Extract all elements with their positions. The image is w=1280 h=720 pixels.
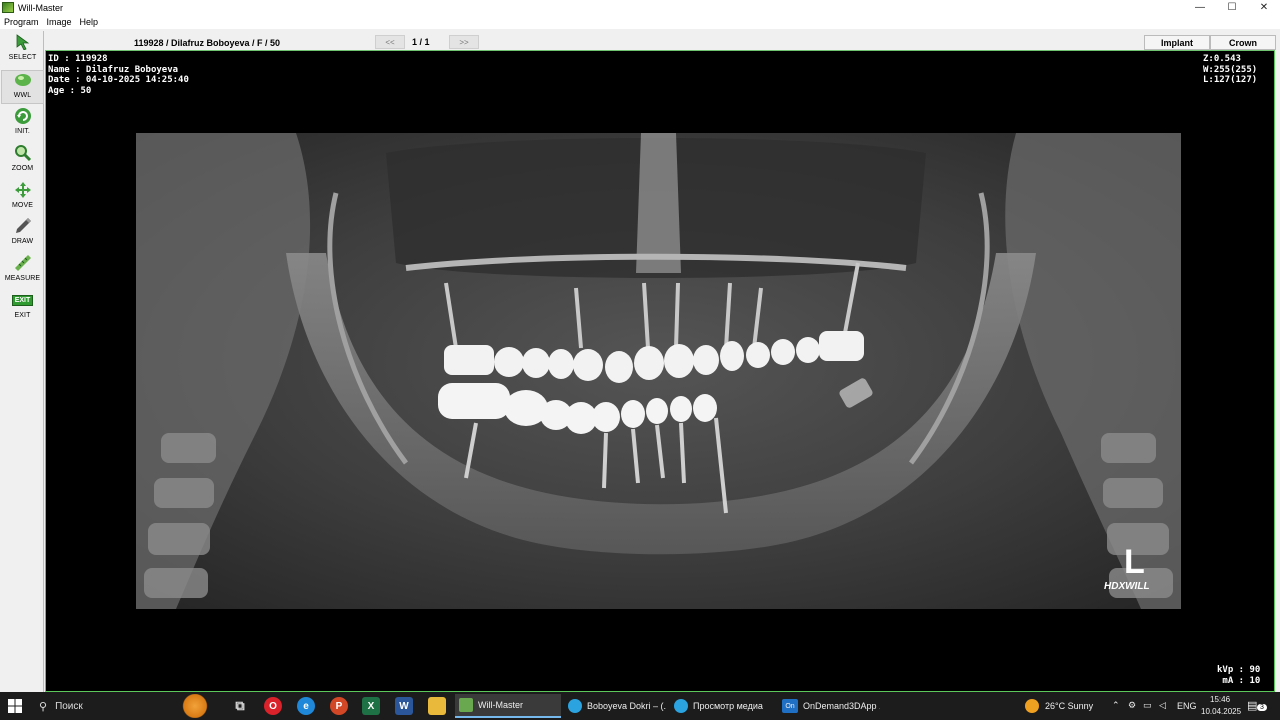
tool-label: EXIT [14, 312, 31, 319]
search-placeholder: Поиск [55, 700, 83, 712]
search-icon: ⚲ [39, 700, 48, 713]
language-indicator[interactable]: ENG [1177, 701, 1197, 711]
tool-label: SELECT [8, 54, 37, 61]
contrast-sphere-icon [13, 71, 33, 89]
taskbar-app-label: OnDemand3DApp ... [803, 701, 880, 711]
weather-text[interactable]: 26°C Sunny [1045, 701, 1093, 711]
taskbar-app-label: Will-Master [478, 700, 523, 710]
tool-label: MEASURE [4, 275, 41, 282]
exit-icon: EXIT [11, 291, 34, 309]
tool-label: INIT. [15, 128, 30, 135]
menu-bar: Program Image Help [0, 15, 1280, 29]
page-indicator: 1 / 1 [412, 37, 430, 47]
tray-app-icon[interactable]: ⚙ [1128, 700, 1136, 711]
cursor-arrow-icon [13, 33, 33, 51]
tool-sidebar: SELECT WWL INIT. ZOOM MOVE DRAW MEASURE … [1, 31, 44, 692]
pencil-icon [13, 217, 33, 235]
exposure-overlay: kVp : 90 mA : 10 [1217, 665, 1261, 686]
notification-icon[interactable]: ▤ [1247, 699, 1257, 712]
clock-time[interactable]: 15:46 [1210, 695, 1230, 704]
maximize-button[interactable]: ☐ [1216, 0, 1248, 15]
title-bar: Will-Master — ☐ ✕ [0, 0, 1280, 15]
close-button[interactable]: ✕ [1248, 0, 1280, 15]
file-explorer-icon[interactable] [428, 697, 446, 715]
task-view-icon[interactable]: ⧉ [231, 697, 249, 715]
patient-title: 119928 / Dilafruz Boboyeva / F / 50 [134, 38, 281, 48]
will-master-app-icon [459, 698, 473, 712]
excel-icon[interactable]: X [362, 697, 380, 715]
tool-label: MOVE [11, 202, 33, 209]
clock-date[interactable]: 10.04.2025 [1201, 707, 1241, 716]
zoom-tool-button[interactable]: ZOOM [1, 144, 44, 178]
draw-tool-button[interactable]: DRAW [1, 217, 44, 251]
tray-overflow-chevron-icon[interactable]: ⌃ [1112, 700, 1120, 711]
powerpoint-icon[interactable]: P [330, 697, 348, 715]
notification-badge: 3 [1257, 704, 1267, 711]
tab-crown[interactable]: Crown [1210, 35, 1276, 50]
wwl-tool-button[interactable]: WWL [1, 70, 44, 104]
taskbar-app-label: Boboyeva Dokri – (... [587, 701, 666, 711]
edge-browser-icon[interactable]: e [297, 697, 315, 715]
opera-browser-icon[interactable]: O [264, 697, 282, 715]
app-logo-icon [2, 2, 14, 13]
zoom-window-level-overlay: Z:0.543 W:255(255) L:127(127) [1203, 54, 1258, 85]
taskbar-app-telegram-chat[interactable]: Boboyeva Dokri – (... [564, 694, 666, 718]
select-tool-button[interactable]: SELECT [1, 33, 44, 67]
taskbar-app-media-viewer[interactable]: Просмотр медиа [670, 694, 774, 718]
exit-tool-button[interactable]: EXIT EXIT [1, 291, 44, 325]
tab-implant[interactable]: Implant [1144, 35, 1210, 50]
volume-icon[interactable]: ◁ [1159, 700, 1166, 711]
menu-image[interactable]: Image [43, 17, 76, 27]
panoramic-xray-image[interactable]: L HDXWILL [136, 133, 1181, 609]
tool-label: DRAW [11, 238, 34, 245]
ondemand-icon: On [782, 699, 798, 713]
taskbar-app-label: Просмотр медиа [693, 701, 763, 711]
windows-start-icon[interactable] [8, 699, 22, 713]
telegram-icon [568, 699, 582, 713]
menu-program[interactable]: Program [0, 17, 43, 27]
move-tool-button[interactable]: MOVE [1, 181, 44, 215]
tool-label: WWL [13, 92, 32, 99]
network-icon[interactable]: ▭ [1143, 700, 1152, 711]
orientation-marker: L [1124, 543, 1145, 581]
word-icon[interactable]: W [395, 697, 413, 715]
tool-label: ZOOM [11, 165, 34, 172]
weather-icon [1025, 699, 1039, 713]
minimize-button[interactable]: — [1184, 0, 1216, 15]
window-controls: — ☐ ✕ [1184, 0, 1280, 15]
patient-info-overlay: ID : 119928 Name : Dilafruz Boboyeva Dat… [48, 54, 189, 96]
brand-watermark: HDXWILL [1104, 581, 1150, 592]
telegram-icon [674, 699, 688, 713]
magnifier-icon [13, 144, 33, 162]
prev-page-button[interactable]: << [375, 35, 405, 49]
taskbar-app-will-master[interactable]: Will-Master [455, 694, 561, 718]
init-tool-button[interactable]: INIT. [1, 107, 44, 141]
move-arrows-icon [13, 181, 33, 199]
ruler-icon [13, 254, 33, 272]
refresh-icon [13, 107, 33, 125]
measure-tool-button[interactable]: MEASURE [1, 254, 44, 288]
windows-taskbar: ⚲ Поиск ⧉ O e P X W Will-Master Boboyeva… [0, 692, 1280, 720]
fox-mascot-icon [178, 694, 212, 718]
next-page-button[interactable]: >> [449, 35, 479, 49]
exit-badge: EXIT [11, 294, 34, 306]
window-title: Will-Master [18, 2, 63, 13]
menu-help[interactable]: Help [76, 17, 103, 27]
taskbar-search-box[interactable]: ⚲ Поиск [33, 694, 212, 718]
taskbar-app-ondemand3d[interactable]: On OnDemand3DApp ... [778, 694, 880, 718]
